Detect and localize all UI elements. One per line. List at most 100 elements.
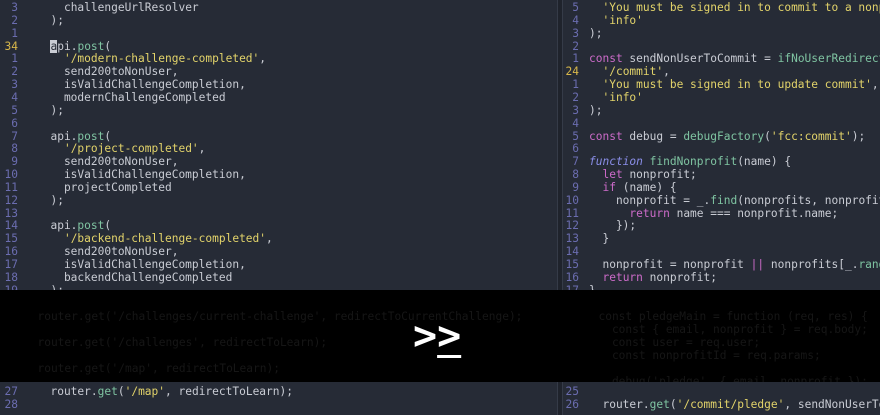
code-token: (name) { (622, 180, 677, 194)
code-token: send200toNonUser, (37, 65, 179, 79)
code-line[interactable]: 13 } (563, 232, 880, 245)
code-line[interactable]: 15 '/backend-challenge-completed', (0, 232, 557, 245)
code-line[interactable]: 5 ); (0, 104, 557, 117)
line-number: 2 (11, 65, 18, 79)
code-text: ); (24, 194, 63, 207)
code-line[interactable]: 18 backendChallengeCompleted (0, 271, 557, 284)
line-number: 4 (572, 116, 579, 130)
code-token: modernChallengeCompleted (37, 90, 226, 104)
code-line[interactable]: 6 (563, 142, 880, 155)
code-line[interactable]: 8 '/project-completed', (0, 142, 557, 155)
code-token: ); (851, 129, 866, 143)
code-text: '/modern-challenge-completed', (24, 52, 266, 65)
code-token: '/commit/pledge' (676, 397, 785, 411)
code-line[interactable]: 6 (0, 117, 557, 130)
code-line[interactable]: 10 nonprofit = _.find(nonprofits, nonpro… (563, 194, 880, 207)
code-line[interactable]: 8 let nonprofit; (563, 168, 880, 181)
code-line[interactable]: 25 (563, 385, 880, 398)
code-line[interactable]: 3 isValidChallengeCompletion, (0, 78, 557, 91)
code-line[interactable]: 10 isValidChallengeCompletion, (0, 168, 557, 181)
code-token: pi. (57, 39, 78, 53)
code-token: isValidChallengeCompletion, (37, 258, 246, 271)
code-text: isValidChallengeCompletion, (24, 258, 246, 271)
code-line[interactable]: 14 api.post( (0, 219, 557, 232)
code-line[interactable]: 9 send200toNonUser, (0, 155, 557, 168)
code-token: post (77, 39, 105, 53)
line-number: 13 (565, 232, 579, 246)
code-line[interactable]: 2 'info' (563, 91, 880, 104)
code-token: , (259, 52, 267, 66)
line-number: 3 (11, 1, 18, 14)
code-line[interactable]: 11 projectCompleted (0, 181, 557, 194)
code-line[interactable]: 1 '/modern-challenge-completed', (0, 52, 557, 65)
code-text: let nonprofit; (585, 168, 696, 182)
code-line[interactable]: 15 nonprofit = nonprofit || nonprofits[_… (563, 258, 880, 271)
code-text: api.post( (24, 130, 111, 143)
code-line[interactable]: 3); (563, 104, 880, 117)
code-text: const debug = debugFactory('fcc:commit')… (585, 130, 865, 143)
code-token: function (589, 155, 650, 169)
code-line[interactable]: 5 'You must be signed in to commit to a … (563, 1, 880, 14)
code-line[interactable]: 7 function findNonprofit(name) { (563, 155, 880, 168)
code-line[interactable]: 14 (563, 245, 880, 258)
code-text: send200toNonUser, (24, 155, 179, 168)
code-line[interactable]: 17 isValidChallengeCompletion, (0, 258, 557, 271)
code-text: nonprofit = nonprofit || nonprofits[_.ra… (585, 258, 880, 271)
code-line[interactable]: 27 router.get('/map', redirectToLearn); (0, 385, 557, 398)
code-line[interactable]: 11 return name === nonprofit.name; (563, 207, 880, 220)
code-line[interactable]: 4 (563, 117, 880, 130)
line-number: 9 (572, 180, 579, 194)
code-line[interactable]: 28 (0, 398, 557, 411)
code-line[interactable]: 2 send200toNonUser, (0, 65, 557, 78)
code-line[interactable]: 2 ); (0, 14, 557, 27)
code-token: ( (104, 39, 112, 53)
code-line[interactable]: 12 }); (563, 219, 880, 232)
code-line[interactable]: 1 (0, 27, 557, 40)
code-line[interactable]: 13 (0, 207, 557, 220)
code-line[interactable]: 9 if (name) { (563, 181, 880, 194)
code-line[interactable]: 16 send200toNonUser, (0, 245, 557, 258)
code-line[interactable]: 34 api.post( (0, 39, 557, 53)
line-number: 6 (11, 116, 18, 130)
code-line[interactable]: 4 modernChallengeCompleted (0, 91, 557, 104)
code-line[interactable]: 3 challengeUrlResolver (0, 1, 557, 14)
code-line[interactable]: 1 const sendNonUserToCommit = ifNoUserRed… (563, 52, 880, 65)
line-number: 1 (11, 52, 18, 66)
prompt-gt: > (413, 313, 438, 359)
code-line[interactable]: 12 ); (0, 194, 557, 207)
code-token: ( (104, 129, 112, 143)
code-text: api.post( (24, 39, 112, 53)
code-line[interactable]: 5 const debug = debugFactory('fcc:commit'… (563, 130, 880, 143)
line-number: 1 (11, 26, 18, 40)
code-token: return (602, 270, 650, 284)
code-token: (name) { (737, 155, 792, 169)
code-line[interactable]: 4 'info' (563, 14, 880, 27)
code-line[interactable]: 7 api.post( (0, 130, 557, 143)
line-number: 16 (4, 245, 18, 259)
code-token: ); (37, 103, 64, 117)
line-number: 15 (4, 232, 18, 246)
line-number: 9 (11, 155, 18, 169)
code-token: isValidChallengeCompletion, (37, 168, 246, 182)
code-line[interactable]: 3); (563, 27, 880, 40)
code-line[interactable]: 24 '/commit', (563, 65, 880, 78)
code-text: router.get('/commit/pledge', sendNonUser… (585, 398, 880, 411)
code-token: , (871, 78, 879, 92)
code-line[interactable]: 1 'You must be signed in to update commi… (563, 78, 880, 91)
code-token: post (77, 219, 105, 233)
code-text: nonprofit = _.find(nonprofits, nonprofit… (585, 194, 880, 207)
code-line[interactable]: 26 router.get('/commit/pledge', sendNonU… (563, 398, 880, 411)
code-line[interactable]: 16 return nonprofit; (563, 271, 880, 284)
code-token: let (602, 168, 630, 182)
line-number: 5 (572, 1, 579, 14)
code-token: '/project-completed' (63, 142, 199, 156)
code-token: isValidChallengeCompletion, (37, 78, 246, 92)
code-line[interactable]: 2 (563, 40, 880, 53)
code-token: debugFactory (683, 129, 765, 143)
code-token: '/modern-challenge-completed' (63, 52, 260, 66)
code-text: ); (585, 104, 602, 117)
code-text: send200toNonUser, (24, 245, 179, 258)
